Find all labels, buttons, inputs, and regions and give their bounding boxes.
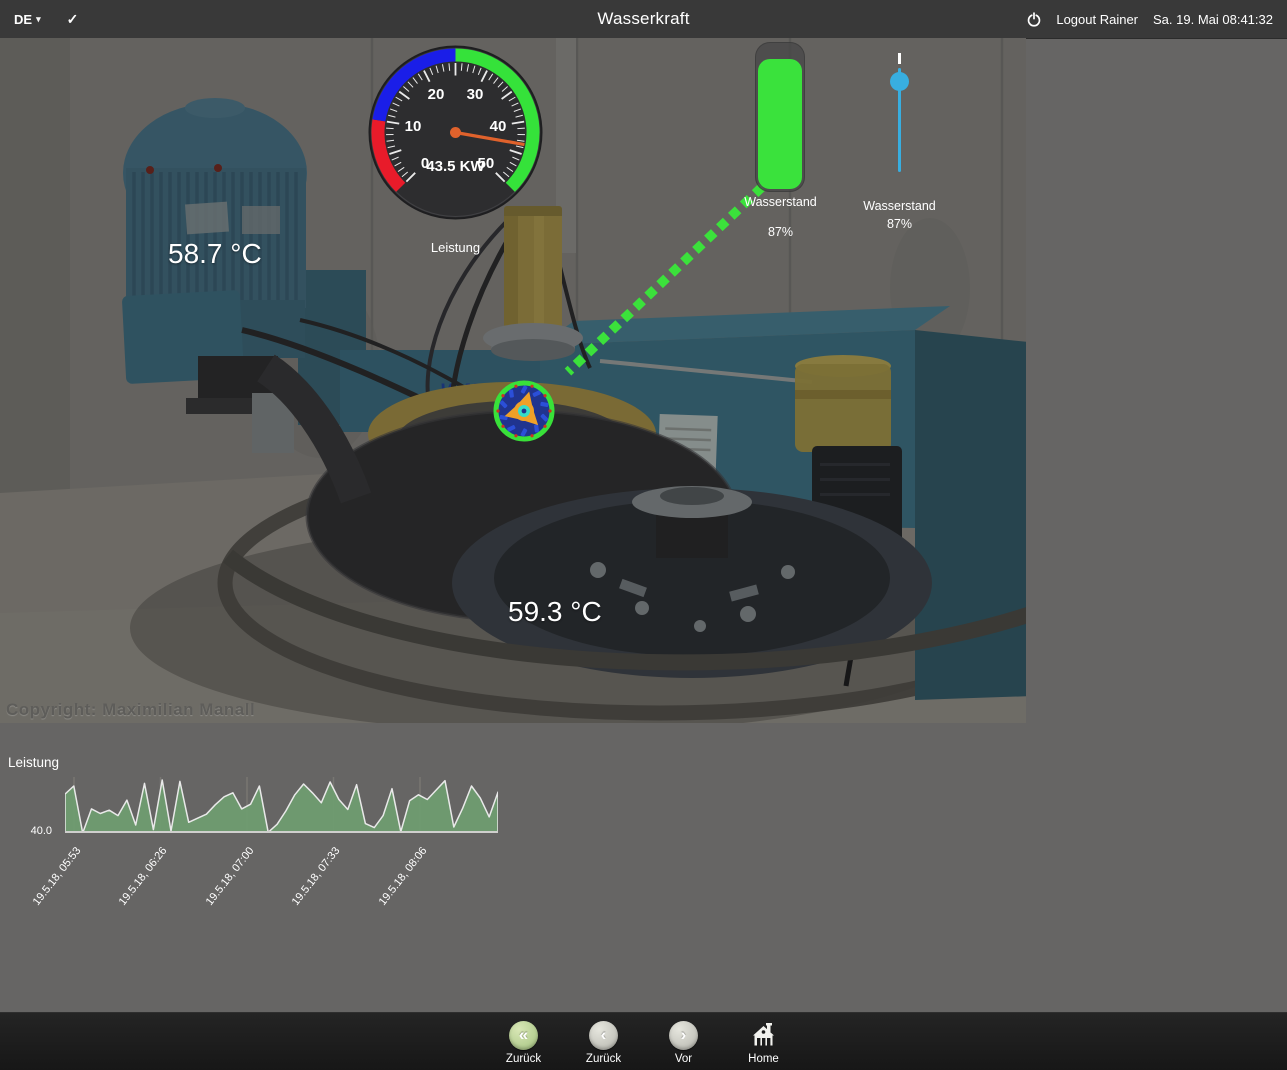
svg-text:40: 40 <box>490 118 507 135</box>
chart-x-tick-label: 19.5.18, 07:00 <box>204 845 257 908</box>
nav-home-button[interactable]: Home <box>738 1021 790 1065</box>
chart-y-tick-label: 40.0 <box>16 825 52 837</box>
chevron-left-icon: ‹ <box>601 1026 607 1043</box>
chart-x-tick-label: 19.5.18, 08:06 <box>377 845 430 908</box>
svg-text:20: 20 <box>428 86 445 103</box>
nav-back-button[interactable]: ‹ Zurück <box>578 1021 630 1065</box>
power-icon[interactable] <box>1027 12 1041 27</box>
chart-x-tick-label: 19.5.18, 05:53 <box>31 845 84 908</box>
chart-title: Leistung <box>8 755 59 770</box>
slider-handle[interactable] <box>890 72 909 91</box>
power-gauge: 01020304050 43.5 KW <box>368 45 543 220</box>
machine-photo-stage: WATEC Hydro <box>0 38 1026 723</box>
gauge-value: 43.5 KW <box>426 158 485 175</box>
chart-x-tick-label: 19.5.18, 06:26 <box>117 845 170 908</box>
turbine-gear-icon[interactable] <box>493 380 555 442</box>
nav-forward-button[interactable]: › Vor <box>658 1021 710 1065</box>
slider-label: Wasserstand <box>842 199 957 213</box>
temperature-bearing: 59.3 °C <box>508 596 602 628</box>
water-level-tank <box>755 42 805 192</box>
power-history-chart <box>65 776 498 833</box>
double-chevron-left-icon: « <box>519 1026 528 1043</box>
clock: Sa. 19. Mai 08:41:32 <box>1153 12 1273 27</box>
tank-percent: 87% <box>723 225 838 239</box>
photo-watermark: Copyright: Maximilian Manall <box>6 700 255 720</box>
water-level-fill <box>758 59 802 190</box>
slider-percent: 87% <box>842 217 957 231</box>
tank-label: Wasserstand <box>723 195 838 209</box>
bottom-nav-bar: « Zurück ‹ Zurück › Vor <box>0 1012 1287 1070</box>
home-icon <box>750 1021 777 1050</box>
slider-max-tick <box>898 53 901 64</box>
top-bar: DE ▾ ✓ Wasserkraft Logout Rainer Sa. 19.… <box>0 0 1287 39</box>
chevron-right-icon: › <box>681 1026 687 1043</box>
svg-text:30: 30 <box>467 86 484 103</box>
chart-x-tick-label: 19.5.18, 07:33 <box>290 845 343 908</box>
app-root: DE ▾ ✓ Wasserkraft Logout Rainer Sa. 19.… <box>0 0 1287 1070</box>
svg-text:10: 10 <box>405 118 422 135</box>
nav-back-fast-button[interactable]: « Zurück <box>498 1021 550 1065</box>
temperature-motor: 58.7 °C <box>168 238 262 270</box>
gauge-label: Leistung <box>368 240 543 255</box>
logout-button[interactable]: Logout Rainer <box>1056 12 1138 27</box>
